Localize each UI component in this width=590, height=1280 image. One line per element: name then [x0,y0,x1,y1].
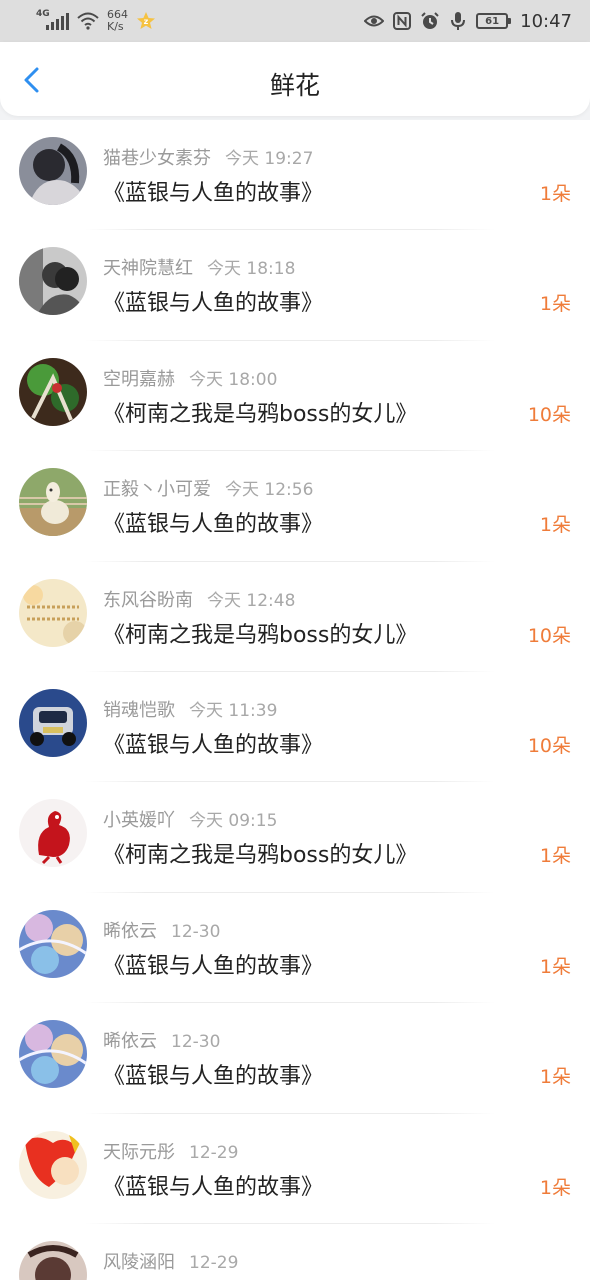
battery-icon: 61 [476,13,512,29]
sender-name[interactable]: 天神院慧红 [103,258,193,279]
sender-name[interactable]: 天际元彤 [103,1142,175,1163]
book-title[interactable]: 《蓝银与人鱼的故事》 [103,727,323,759]
sender-name[interactable]: 正毅丶小可爱 [103,479,211,500]
sender-meta: 晞依云 12-30 [103,1027,220,1053]
flower-count: 1朵 [539,293,571,316]
vip-badge-icon: z [137,12,155,29]
sender-name[interactable]: 空明嘉赫 [103,369,175,390]
speed-unit: K/s [107,20,124,33]
battery-level: 61 [485,15,500,27]
list-item[interactable]: 空明嘉赫 今天 18:00 《柯南之我是乌鸦boss的女儿》 10朵 [0,341,590,452]
send-time: 今天 12:56 [225,480,314,501]
flower-count: 10朵 [527,624,571,647]
sender-meta: 猫巷少女素芬 今天 19:27 [103,144,313,170]
send-time: 今天 18:18 [207,259,296,280]
sender-name[interactable]: 东风谷盼南 [103,590,193,611]
book-title[interactable]: 《蓝银与人鱼的故事》 [103,506,323,538]
avatar[interactable] [19,578,87,647]
send-time: 12-30 [171,921,221,942]
alarm-icon [421,12,439,29]
sender-name[interactable]: 销魂恺歌 [103,700,175,721]
status-bar: 4G 664 K/s z 61 10:47 [0,0,590,42]
sender-meta: 空明嘉赫 今天 18:00 [103,365,277,391]
flower-count: 10朵 [527,734,571,757]
flower-count: 1朵 [539,1066,571,1089]
avatar[interactable] [19,688,87,757]
book-title[interactable]: 《蓝银与人鱼的故事》 [103,1058,323,1090]
flower-count: 1朵 [539,183,571,205]
list-item[interactable]: 晞依云 12-30 《蓝银与人鱼的故事》 1朵 [0,893,590,1004]
avatar[interactable] [19,909,87,978]
flower-list: 猫巷少女素芬 今天 19:27 《蓝银与人鱼的故事》 1朵 天神院慧红 今天 18:… [0,120,590,1280]
list-item[interactable]: 猫巷少女素芬 今天 19:27 《蓝银与人鱼的故事》 1朵 [0,120,590,231]
send-time: 今天 18:00 [189,369,278,390]
send-time: 12-29 [189,1142,239,1163]
sender-meta: 小英媛吖 今天 09:15 [103,806,277,832]
book-title[interactable]: 《蓝银与人鱼的故事》 [103,1169,323,1201]
list-item[interactable]: 天神院慧红 今天 18:18 《蓝银与人鱼的故事》 1朵 [0,230,590,341]
send-time: 今天 12:48 [207,590,296,611]
book-title[interactable]: 《柯南之我是乌鸦boss的女儿》 [103,617,417,649]
flower-count: 1朵 [539,514,571,537]
avatar[interactable] [19,1240,87,1280]
send-time: 12-30 [171,1032,221,1053]
book-title[interactable]: 《蓝银与人鱼的故事》 [103,285,323,317]
list-item[interactable]: 东风谷盼南 今天 12:48 《柯南之我是乌鸦boss的女儿》 10朵 [0,562,590,672]
eye-icon [364,15,385,27]
svg-text:z: z [144,17,149,26]
sender-meta: 风陵涵阳 12-29 [103,1248,238,1274]
list-item[interactable]: 天际元彤 12-29 《蓝银与人鱼的故事》 1朵 [0,1114,590,1224]
book-title[interactable]: 《柯南之我是乌鸦boss的女儿》 [103,396,417,428]
page-title: 鲜花 [269,71,320,100]
avatar[interactable] [19,1020,87,1089]
wifi-icon [77,12,99,30]
list-item[interactable]: 小英媛吖 今天 09:15 《柯南之我是乌鸦boss的女儿》 1朵 [0,782,590,893]
list-item[interactable]: 晞依云 12-30 《蓝银与人鱼的故事》 1朵 [0,1003,590,1114]
sender-meta: 正毅丶小可爱 今天 12:56 [103,475,313,501]
send-time: 今天 09:15 [189,811,278,832]
list-item[interactable]: 正毅丶小可爱 今天 12:56 《蓝银与人鱼的故事》 1朵 [0,451,590,562]
flower-count: 1朵 [539,1176,571,1199]
avatar[interactable] [19,1130,87,1199]
sender-name[interactable]: 风陵涵阳 [103,1252,175,1273]
book-title[interactable]: 《柯南之我是乌鸦boss的女儿》 [103,837,417,869]
sender-name[interactable]: 猫巷少女素芬 [103,148,211,169]
sender-meta: 天神院慧红 今天 18:18 [103,254,295,280]
signal-icon: 4G [36,9,69,30]
sender-name[interactable]: 小英媛吖 [103,810,175,831]
avatar[interactable] [19,468,87,537]
clock: 10:47 [520,10,572,32]
network-speed: 664 K/s [107,9,128,33]
sender-name[interactable]: 晞依云 [103,921,157,942]
header: 鲜花 [0,42,590,116]
nfc-icon [393,12,412,30]
avatar[interactable] [19,247,87,316]
avatar[interactable] [19,357,87,426]
sender-meta: 东风谷盼南 今天 12:48 [103,586,295,612]
sender-meta: 晞依云 12-30 [103,917,220,943]
flower-count: 1朵 [539,845,571,868]
send-time: 12-29 [189,1252,239,1273]
sender-meta: 销魂恺歌 今天 11:39 [103,696,277,722]
avatar[interactable] [19,137,87,205]
sender-meta: 天际元彤 12-29 [103,1138,238,1164]
send-time: 今天 11:39 [189,700,278,721]
flower-count: 1朵 [539,955,571,978]
list-item[interactable]: 风陵涵阳 12-29 [0,1224,590,1280]
flower-count: 10朵 [527,403,571,426]
mic-icon [451,12,466,30]
book-title[interactable]: 《蓝银与人鱼的故事》 [103,948,323,980]
avatar[interactable] [19,799,87,868]
network-type: 4G [36,9,50,19]
list-item[interactable]: 销魂恺歌 今天 11:39 《蓝银与人鱼的故事》 10朵 [0,672,590,783]
book-title[interactable]: 《蓝银与人鱼的故事》 [103,175,323,207]
send-time: 今天 19:27 [225,149,314,169]
sender-name[interactable]: 晞依云 [103,1031,157,1052]
